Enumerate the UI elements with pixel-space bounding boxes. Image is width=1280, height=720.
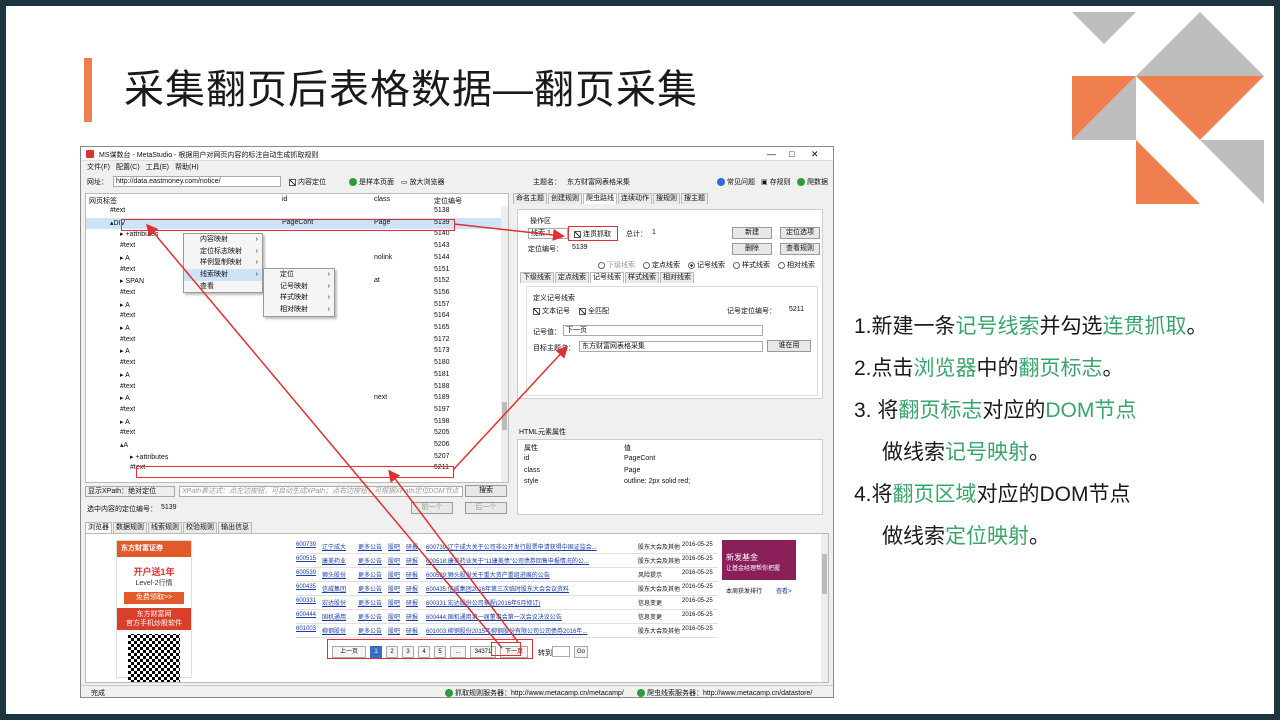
note-highlight: 翻页区域 xyxy=(892,483,977,506)
note-text: 。 xyxy=(1029,525,1050,548)
note-highlight: 翻页标志 xyxy=(1018,357,1103,380)
note-line: 3. 将翻页标志对应的DOM节点 xyxy=(854,390,1264,432)
note-highlight: 记号线索 xyxy=(955,315,1040,338)
note-highlight: 连贯抓取 xyxy=(1102,315,1187,338)
note-text: 4.将 xyxy=(854,483,893,506)
note-text: 中的 xyxy=(976,357,1019,380)
note-line: 2.点击浏览器中的翻页标志。 xyxy=(854,348,1264,390)
note-text: 做线索 xyxy=(882,441,945,464)
note-highlight: 翻页标志 xyxy=(898,399,983,422)
note-text: 2.点击 xyxy=(854,357,914,380)
instruction-notes: 1.新建一条记号线索并勾选连贯抓取。 2.点击浏览器中的翻页标志。 3. 将翻页标志… xyxy=(854,306,1264,558)
slide: 采集翻页后表格数据—翻页采集 MS谋数台 - MetaStudio - 根据用户… xyxy=(6,6,1274,714)
note-text: 。 xyxy=(1029,441,1050,464)
decorative-triangles xyxy=(1072,12,1264,204)
note-text: 。 xyxy=(1102,357,1124,380)
note-line: 做线索记号映射。 xyxy=(854,432,1264,474)
note-text: 1.新建一条 xyxy=(854,315,956,338)
note-text: 并勾选 xyxy=(1039,315,1103,338)
note-highlight: 定位映射 xyxy=(945,525,1029,548)
note-text: 3. 将 xyxy=(854,399,899,422)
annotation-arrows xyxy=(146,223,569,649)
note-highlight: 记号映射 xyxy=(945,441,1029,464)
note-text: 对应的DOM节点 xyxy=(976,483,1131,506)
note-line: 4.将翻页区域对应的DOM节点 xyxy=(854,474,1264,516)
note-text: 。 xyxy=(1186,315,1208,338)
note-line: 1.新建一条记号线索并勾选连贯抓取。 xyxy=(854,306,1264,348)
note-text: 做线索 xyxy=(882,525,945,548)
note-line: 做线索定位映射。 xyxy=(854,516,1264,558)
note-highlight: 浏览器 xyxy=(913,357,977,380)
note-highlight: DOM节点 xyxy=(1045,399,1137,422)
note-text: 对应的 xyxy=(982,399,1046,422)
